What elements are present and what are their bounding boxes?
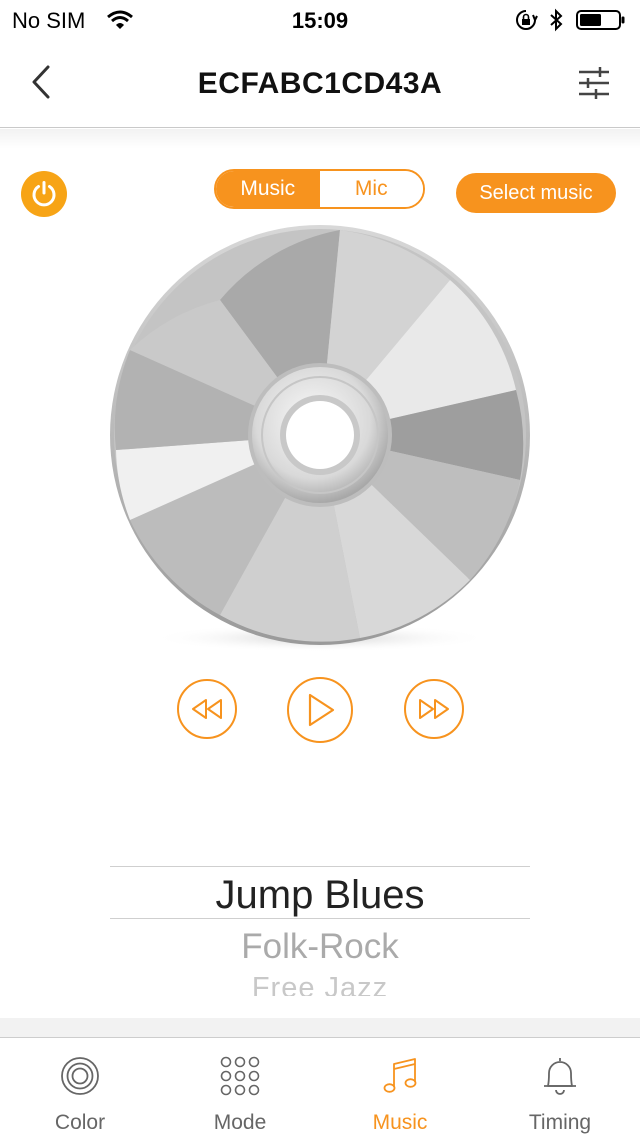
sliders-icon[interactable]: [576, 64, 612, 102]
play-icon: [308, 693, 335, 727]
genre-option[interactable]: Free Jazz: [110, 972, 530, 996]
battery-icon: [576, 10, 625, 30]
tab-mode[interactable]: Mode: [160, 1038, 320, 1136]
orientation-lock-icon: [516, 10, 538, 30]
bell-icon: [544, 1058, 576, 1095]
tab-label: Timing: [528, 1111, 592, 1134]
navigation-bar: ECFABC1CD43A: [0, 40, 640, 128]
tab-bar-shadow: [0, 1018, 640, 1038]
picker-divider: [110, 866, 530, 867]
rewind-button[interactable]: [177, 679, 237, 739]
color-rings-icon: [61, 1057, 99, 1095]
tab-music[interactable]: Music: [320, 1038, 480, 1136]
source-toggle: Music Mic: [214, 169, 425, 209]
rewind-icon: [192, 699, 222, 719]
source-tab-mic[interactable]: Mic: [319, 171, 423, 207]
tab-label: Color: [54, 1111, 106, 1134]
tab-bar: Color Mode Music Timing: [0, 1037, 640, 1136]
genre-option-selected[interactable]: Jump Blues: [110, 873, 530, 918]
source-tab-music[interactable]: Music: [216, 171, 320, 207]
fast-forward-icon: [419, 699, 449, 719]
tab-color[interactable]: Color: [0, 1038, 160, 1136]
tab-label: Mode: [213, 1111, 267, 1134]
select-music-button[interactable]: Select music: [456, 173, 616, 213]
power-button[interactable]: [21, 171, 67, 217]
tab-label: Music: [372, 1111, 428, 1134]
bluetooth-icon: [550, 8, 563, 32]
page-title: ECFABC1CD43A: [197, 67, 443, 100]
genre-picker[interactable]: Jump Blues Folk-Rock Free Jazz: [110, 860, 530, 1000]
tab-timing[interactable]: Timing: [480, 1038, 640, 1136]
power-icon: [32, 181, 56, 207]
genre-option[interactable]: Folk-Rock: [110, 927, 530, 967]
play-button[interactable]: [287, 677, 353, 743]
picker-divider: [110, 918, 530, 919]
fast-forward-button[interactable]: [404, 679, 464, 739]
grid-dots-icon: [220, 1056, 260, 1096]
cd-disc-image: [110, 225, 530, 652]
header-shadow: [0, 129, 640, 149]
music-note-icon: [383, 1058, 417, 1093]
status-bar: No SIM 15:09: [0, 0, 640, 40]
clock: 15:09: [291, 8, 349, 33]
